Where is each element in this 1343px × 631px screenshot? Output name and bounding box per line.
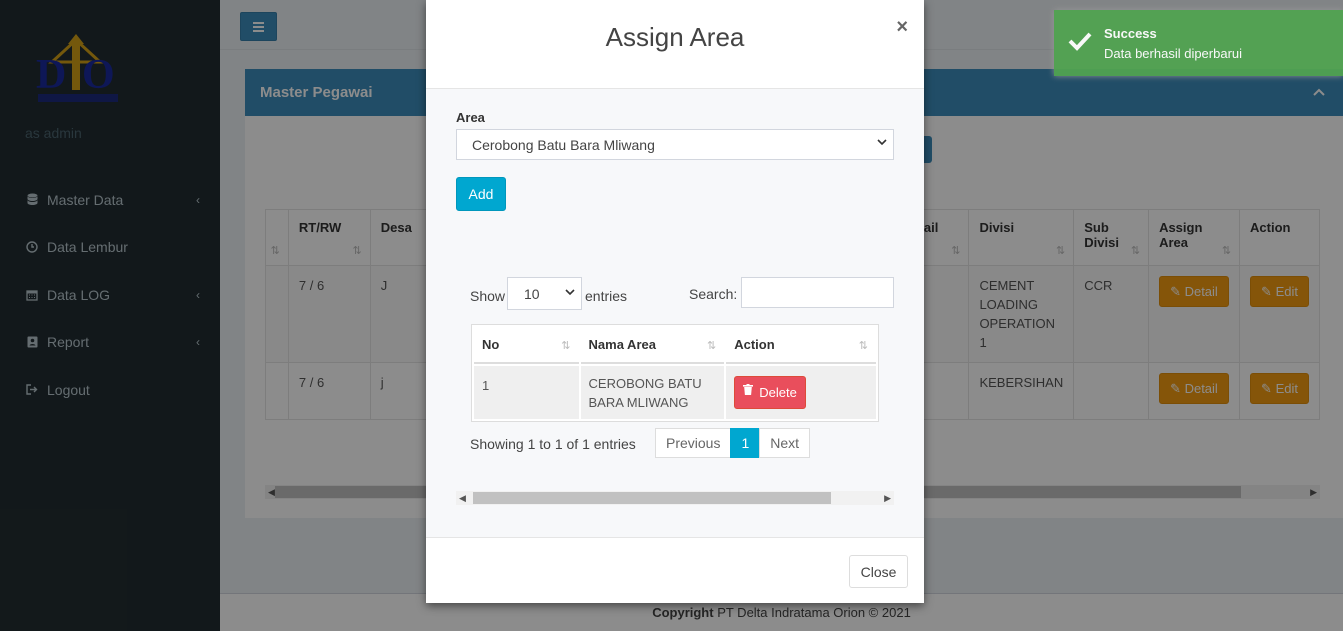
chevron-down-icon (565, 288, 575, 299)
table-row: 1 CEROBONG BATU BARA MLIWANG Delete (474, 366, 876, 419)
sort-asc-icon: ⇅ (561, 340, 571, 352)
delete-button[interactable]: Delete (734, 376, 806, 409)
scroll-left-icon[interactable]: ◀ (459, 493, 466, 504)
area-table: No ⇅ Nama Area ⇅ Action ⇅ 1 CEROBONG BATU B… (471, 324, 879, 422)
table-header[interactable]: No ⇅ (474, 327, 579, 364)
entries-label: entries (585, 288, 628, 304)
modal-horizontal-scrollbar[interactable]: ◀ ▶ (456, 491, 894, 505)
close-button[interactable]: Close (849, 555, 908, 588)
close-icon[interactable]: × (896, 16, 908, 39)
search-label: Search: (689, 286, 738, 302)
sort-icon: ⇅ (707, 340, 717, 352)
trash-icon (743, 383, 754, 402)
previous-page-button[interactable]: Previous (655, 428, 732, 458)
entries-length-select[interactable]: 10 (507, 277, 582, 310)
sort-icon: ⇅ (858, 340, 868, 352)
toast-message: Data berhasil diperbarui (1104, 46, 1243, 61)
modal-title: Assign Area (605, 22, 745, 52)
chevron-down-icon (877, 138, 887, 149)
page-1-button[interactable]: 1 (730, 428, 761, 458)
toast-title: Success (1104, 26, 1157, 41)
scroll-right-icon[interactable]: ▶ (884, 493, 891, 504)
area-select[interactable]: Cerobong Batu Bara Mliwang (456, 129, 894, 160)
area-label: Area (456, 110, 485, 125)
scrollbar-thumb[interactable] (473, 492, 831, 504)
add-area-button[interactable]: Add (456, 177, 506, 211)
modal-footer: Close (426, 537, 924, 603)
next-page-button[interactable]: Next (759, 428, 811, 458)
check-icon (1068, 30, 1092, 58)
success-toast[interactable]: Success Data berhasil diperbarui (1054, 10, 1343, 76)
modal-header: Assign Area × (426, 0, 924, 89)
search-input[interactable] (741, 277, 894, 308)
pagination: Previous 1 Next (655, 428, 811, 458)
table-info: Showing 1 to 1 of 1 entries (470, 436, 636, 452)
length-label: Show (470, 288, 506, 304)
modal-body: Area Cerobong Batu Bara Mliwang Add Show… (426, 89, 924, 537)
assign-area-modal: Assign Area × Area Cerobong Batu Bara Ml… (426, 0, 924, 603)
table-header[interactable]: Action ⇅ (726, 327, 876, 364)
table-header[interactable]: Nama Area ⇅ (580, 327, 725, 364)
